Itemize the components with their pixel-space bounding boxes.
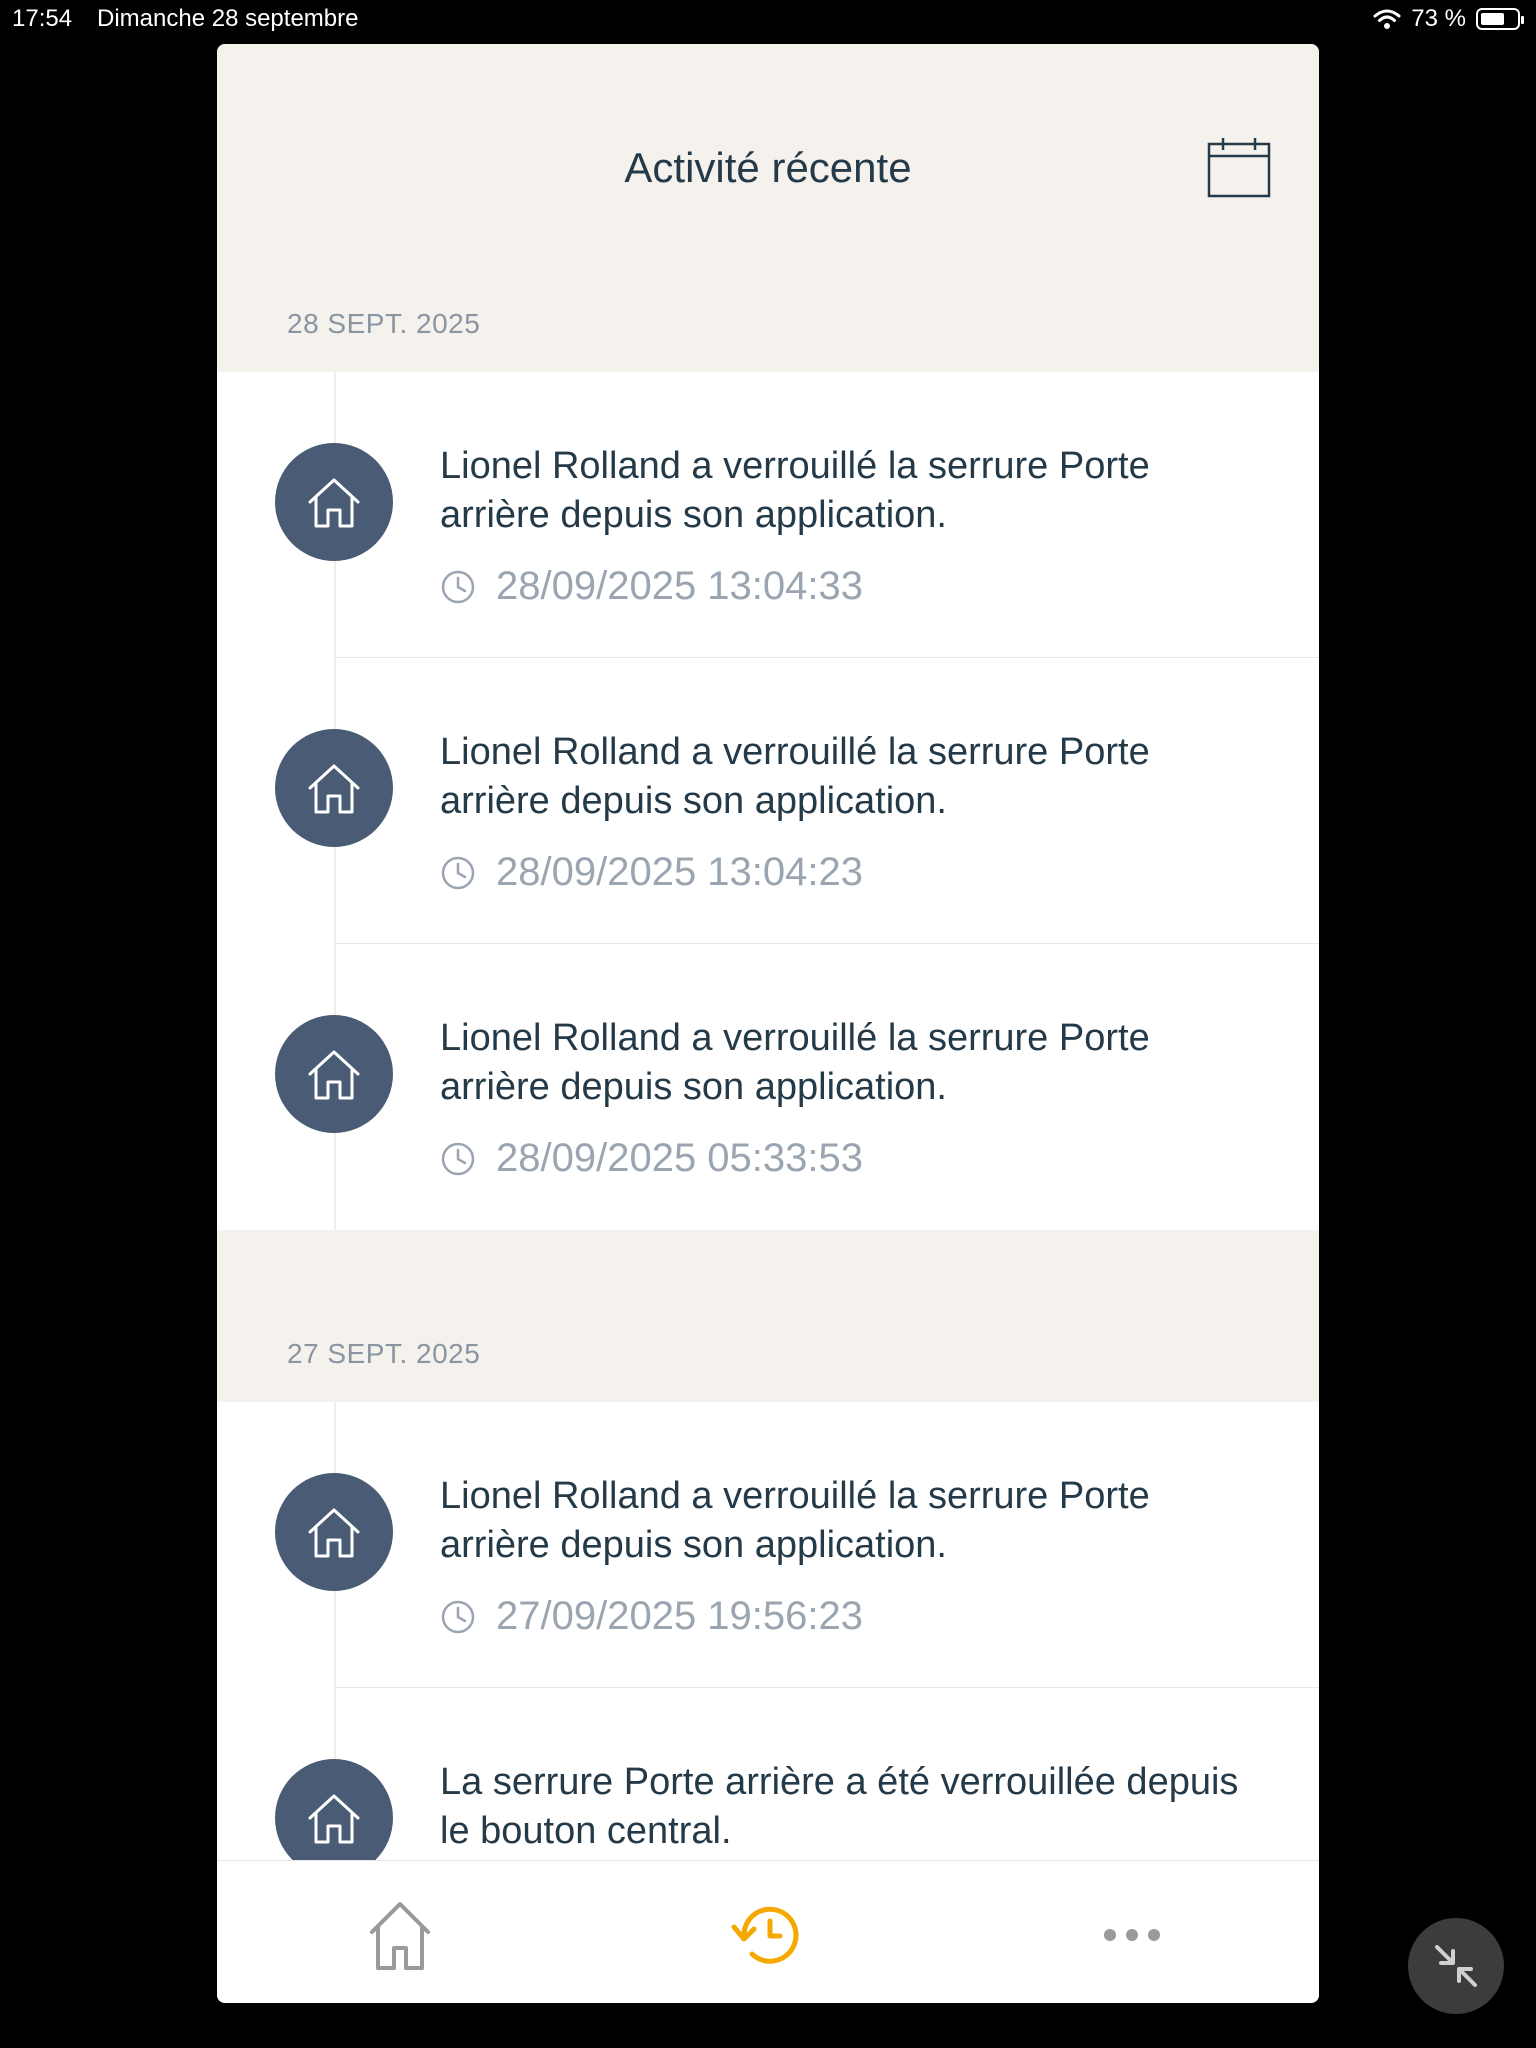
app-header: Activité récente	[217, 44, 1319, 244]
home-icon	[308, 1050, 360, 1100]
event-timestamp: 28/09/2025 05:33:53	[496, 1136, 864, 1180]
clock-icon	[441, 856, 475, 889]
event-text: Lionel Rolland a verrouillé la serrure P…	[440, 445, 1150, 536]
date-label: 27 SEPT. 2025	[287, 1338, 481, 1369]
tab-home[interactable]	[360, 1895, 440, 1975]
activity-item[interactable]: Lionel Rolland a verrouillé la serrure P…	[217, 372, 1319, 658]
event-text: Lionel Rolland a verrouillé la serrure P…	[440, 1017, 1150, 1108]
more-icon	[1104, 1929, 1160, 1941]
event-timestamp: 27/09/2025 19:56:23	[496, 1594, 864, 1638]
battery-icon	[1476, 8, 1524, 30]
activity-item[interactable]: Lionel Rolland a verrouillé la serrure P…	[217, 944, 1319, 1230]
status-right: 73 %	[1373, 5, 1524, 33]
event-text: Lionel Rolland a verrouillé la serrure P…	[440, 731, 1150, 822]
event-avatar	[275, 1473, 393, 1591]
tab-activity[interactable]	[725, 1895, 805, 1975]
status-date: Dimanche 28 septembre	[97, 5, 359, 32]
collapse-arrows-icon	[1435, 1945, 1477, 1987]
event-avatar	[275, 443, 393, 561]
event-timestamp: 28/09/2025 13:04:23	[496, 850, 864, 894]
event-time: 28/09/2025 13:04:33	[440, 564, 863, 609]
home-icon	[308, 764, 360, 814]
event-time: 28/09/2025 05:33:53	[440, 1136, 863, 1181]
activity-list[interactable]: 28 SEPT. 2025 Lionel Rolland a verrouill…	[217, 244, 1319, 1860]
activity-item[interactable]: La serrure Porte arrière a été verrouill…	[217, 1688, 1319, 1860]
clock-icon	[441, 570, 475, 603]
home-icon	[308, 1508, 360, 1558]
date-label: 28 SEPT. 2025	[287, 308, 481, 339]
event-avatar	[275, 1015, 393, 1133]
clock-icon	[441, 1600, 475, 1633]
activity-item[interactable]: Lionel Rolland a verrouillé la serrure P…	[217, 658, 1319, 944]
date-header: 28 SEPT. 2025	[217, 244, 1319, 372]
home-icon	[308, 1794, 360, 1844]
home-icon	[370, 1902, 430, 1970]
exit-fullscreen-button[interactable]	[1408, 1918, 1504, 2014]
tab-bar	[217, 1860, 1319, 2003]
status-bar: 17:54 Dimanche 28 septembre 73 %	[0, 0, 1536, 40]
event-time: 27/09/2025 19:56:23	[440, 1594, 863, 1639]
event-time: 28/09/2025 13:04:23	[440, 850, 863, 895]
page-title: Activité récente	[624, 144, 912, 191]
activity-history-icon	[731, 1906, 799, 1964]
event-avatar	[275, 1759, 393, 1860]
activity-item[interactable]: Lionel Rolland a verrouillé la serrure P…	[217, 1402, 1319, 1688]
event-timestamp: 28/09/2025 13:04:33	[496, 564, 864, 608]
event-avatar	[275, 729, 393, 847]
event-text: La serrure Porte arrière a été verrouill…	[440, 1761, 1239, 1852]
event-text: Lionel Rolland a verrouillé la serrure P…	[440, 1475, 1150, 1566]
home-icon	[308, 478, 360, 528]
clock-icon	[441, 1142, 475, 1175]
battery-level	[1481, 13, 1505, 25]
calendar-icon[interactable]	[1207, 136, 1271, 198]
app-window: Activité récente 28 SEPT. 2025 Lionel Ro…	[217, 44, 1319, 2003]
date-header: 27 SEPT. 2025	[217, 1230, 1319, 1402]
tab-more[interactable]	[1092, 1895, 1172, 1975]
status-time: 17:54	[12, 5, 73, 32]
battery-percent: 73 %	[1411, 5, 1466, 32]
wifi-icon	[1373, 9, 1401, 29]
